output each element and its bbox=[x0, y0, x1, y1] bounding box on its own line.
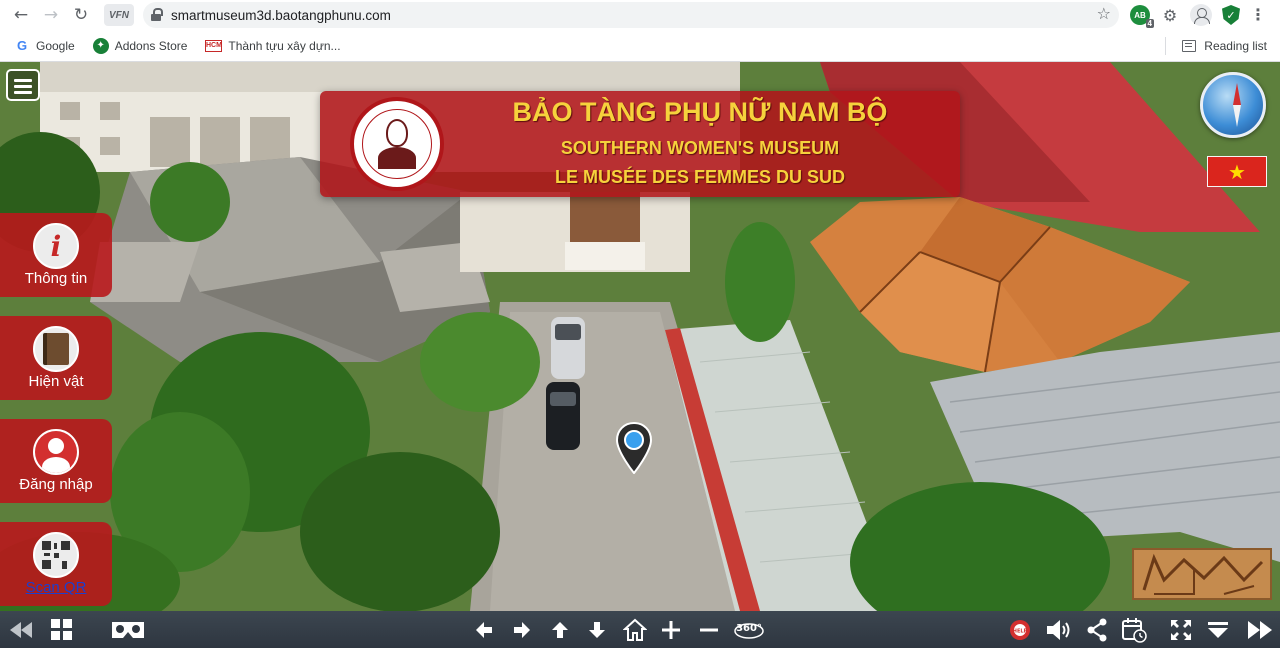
back-arrow-icon[interactable]: ← bbox=[6, 0, 36, 30]
museum-logo bbox=[350, 97, 444, 191]
more-menu-icon[interactable]: ⋮ bbox=[1250, 5, 1266, 25]
reading-list-label: Reading list bbox=[1204, 38, 1267, 53]
bookmark-addons-store[interactable]: ✦ Addons Store bbox=[92, 37, 188, 54]
url-text[interactable]: smartmuseum3d.baotangphunu.com bbox=[171, 8, 391, 23]
museum-name-fr: LE MUSÉE DES FEMMES DU SUD bbox=[554, 167, 846, 187]
bookmark-thanh-tuu[interactable]: HCM Thành tựu xây dựn... bbox=[205, 38, 341, 53]
sidebar-item-login[interactable]: Đăng nhập bbox=[0, 419, 112, 503]
museum-banner: BẢO TÀNG PHỤ NỮ NAM BỘ SOUTHERN WOMEN'S … bbox=[320, 91, 960, 197]
reading-list-icon bbox=[1182, 39, 1197, 52]
fullscreen-icon[interactable] bbox=[1168, 611, 1194, 648]
museum-name-vi: BẢO TÀNG PHỤ NỮ NAM BỘ bbox=[512, 97, 888, 127]
bookmark-star-icon[interactable]: ☆ bbox=[1097, 4, 1111, 23]
info-icon: i bbox=[33, 223, 79, 269]
pan-up-icon[interactable] bbox=[548, 611, 572, 648]
qr-icon bbox=[33, 532, 79, 578]
minimap-paths bbox=[1134, 550, 1270, 598]
bookmark-label: Addons Store bbox=[114, 38, 188, 53]
panorama-viewport[interactable]: BẢO TÀNG PHỤ NỮ NAM BỘ SOUTHERN WOMEN'S … bbox=[0, 62, 1280, 611]
ab-extension-label: AB bbox=[1134, 10, 1146, 20]
help-label: HELP bbox=[1013, 628, 1028, 634]
home-icon[interactable] bbox=[622, 611, 648, 648]
user-icon bbox=[33, 429, 79, 475]
dropdown-icon[interactable] bbox=[1204, 611, 1232, 648]
vfn-extension-icon[interactable]: VFN bbox=[104, 4, 134, 26]
compass-icon[interactable] bbox=[1200, 72, 1266, 138]
security-shield-icon[interactable]: ✓ bbox=[1222, 5, 1240, 25]
bookmark-label: Thành tựu xây dựn... bbox=[228, 38, 341, 53]
help-icon[interactable]: HELP bbox=[1008, 611, 1032, 648]
hamburger-menu-icon[interactable] bbox=[6, 69, 40, 101]
sidebar-item-label[interactable]: Scan QR bbox=[0, 579, 112, 596]
prev-scene-icon[interactable] bbox=[6, 611, 36, 648]
panorama-toolbar: 360° HELP bbox=[0, 611, 1280, 648]
thumbnails-icon[interactable] bbox=[47, 611, 77, 648]
vr-icon[interactable] bbox=[109, 611, 147, 648]
flag-star-icon: ★ bbox=[1228, 159, 1246, 184]
zoom-out-icon[interactable] bbox=[698, 611, 720, 648]
artifact-icon bbox=[33, 326, 79, 372]
bookmark-label: Google bbox=[36, 38, 75, 53]
calendar-icon[interactable] bbox=[1120, 611, 1148, 648]
compass-needle-north bbox=[1233, 83, 1241, 105]
zoom-in-icon[interactable] bbox=[660, 611, 682, 648]
location-pin-icon[interactable] bbox=[616, 422, 652, 474]
bookmarks-bar: G Google ✦ Addons Store HCM Thành tựu xâ… bbox=[0, 30, 1280, 62]
next-scene-icon[interactable] bbox=[1244, 611, 1276, 648]
hcm-city-icon: HCM bbox=[205, 39, 223, 52]
sidebar-item-artifacts[interactable]: Hiện vật bbox=[0, 316, 112, 400]
logo-face bbox=[386, 119, 408, 147]
ab-extension-icon[interactable]: AB 4 bbox=[1130, 5, 1154, 28]
bookmark-google[interactable]: G Google bbox=[14, 38, 75, 54]
lock-icon[interactable] bbox=[151, 8, 163, 22]
address-bar[interactable]: smartmuseum3d.baotangphunu.com ☆ bbox=[143, 2, 1119, 28]
google-icon: G bbox=[16, 38, 28, 53]
sidebar-item-scan-qr[interactable]: Scan QR bbox=[0, 522, 112, 606]
pan-right-icon[interactable] bbox=[510, 611, 534, 648]
extensions-puzzle-icon[interactable]: ⚙ bbox=[1160, 6, 1180, 25]
share-icon[interactable] bbox=[1084, 611, 1110, 648]
profile-avatar-icon[interactable] bbox=[1190, 4, 1212, 26]
pan-down-icon[interactable] bbox=[585, 611, 609, 648]
forward-arrow-icon[interactable]: → bbox=[36, 0, 66, 30]
browser-toolbar: ← → ↻ VFN smartmuseum3d.baotangphunu.com… bbox=[0, 0, 1280, 30]
minimap[interactable] bbox=[1132, 548, 1272, 600]
logo-body bbox=[378, 147, 416, 169]
rotate-360-icon[interactable]: 360° bbox=[732, 611, 766, 648]
sidebar-item-label: Thông tin bbox=[24, 270, 88, 287]
divider bbox=[1165, 36, 1167, 55]
reading-list-button[interactable]: Reading list bbox=[1165, 30, 1267, 61]
sidebar-item-label: Đăng nhập bbox=[19, 476, 93, 493]
compass-needle-south bbox=[1233, 105, 1241, 127]
vietnam-flag-icon[interactable]: ★ bbox=[1207, 156, 1267, 187]
addons-store-icon: ✦ bbox=[92, 37, 109, 54]
museum-name-en: SOUTHERN WOMEN'S MUSEUM bbox=[560, 138, 840, 158]
sound-icon[interactable] bbox=[1044, 611, 1074, 648]
reload-icon[interactable]: ↻ bbox=[66, 0, 96, 30]
extension-badge: 4 bbox=[1145, 19, 1154, 28]
sidebar-item-label: Hiện vật bbox=[28, 373, 84, 390]
pan-left-icon[interactable] bbox=[472, 611, 496, 648]
sidebar-item-info[interactable]: i Thông tin bbox=[0, 213, 112, 297]
rotate-label: 360° bbox=[736, 623, 762, 634]
